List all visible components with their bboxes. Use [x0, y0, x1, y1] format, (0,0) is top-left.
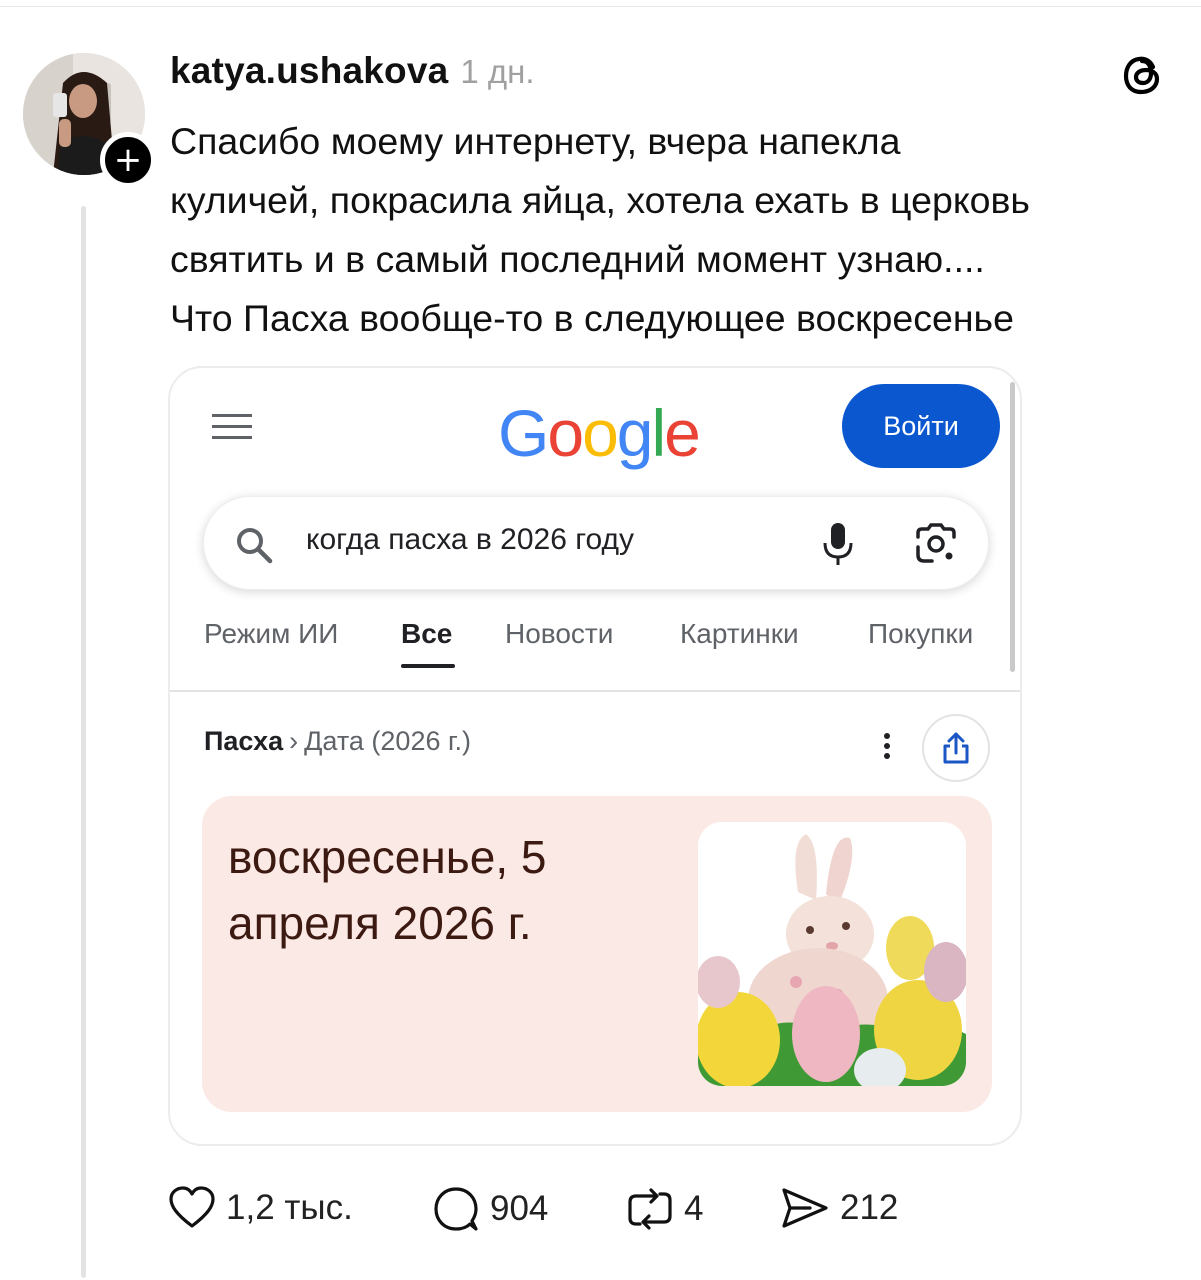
- post-text: Спасибо моему интернету, вчера напекла к…: [170, 112, 1180, 348]
- comment-action[interactable]: 904: [432, 1186, 548, 1232]
- active-tab-indicator: [401, 664, 455, 668]
- breadcrumb: Пасха › Дата (2026 г.): [204, 726, 471, 757]
- answer-line: воскресенье, 5: [228, 831, 547, 883]
- tab-ai-mode[interactable]: Режим ИИ: [204, 618, 338, 650]
- post-time: 1 дн.: [460, 53, 535, 90]
- search-tabs: Режим ИИ Все Новости Картинки Покупки: [204, 618, 1004, 678]
- post-text-line: Что Пасха вообще-то в следующее воскресе…: [170, 297, 1014, 339]
- search-box[interactable]: когда пасха в 2026 году: [203, 496, 989, 590]
- svg-text:Google: Google: [498, 396, 699, 470]
- post-text-line: Спасибо моему интернету, вчера напекла: [170, 120, 901, 162]
- more-vertical-icon[interactable]: [880, 730, 894, 762]
- signin-button[interactable]: Войти: [842, 384, 1000, 468]
- comment-count: 904: [490, 1189, 549, 1228]
- answer-card[interactable]: воскресенье, 5 апреля 2026 г.: [202, 796, 992, 1112]
- username[interactable]: katya.ushakova: [170, 50, 448, 92]
- tab-shopping[interactable]: Покупки: [868, 618, 973, 650]
- scrollbar: [1010, 382, 1015, 672]
- google-lens-icon[interactable]: [914, 523, 958, 565]
- like-count: 1,2 тыс.: [226, 1188, 353, 1227]
- google-logo: Google: [498, 396, 701, 470]
- comment-icon: [434, 1187, 478, 1231]
- post-header: katya.ushakova 1 дн.: [170, 50, 535, 92]
- follow-button[interactable]: +: [100, 132, 156, 188]
- answer-text: воскресенье, 5 апреля 2026 г.: [228, 824, 648, 956]
- tab-news[interactable]: Новости: [505, 618, 613, 650]
- heart-icon: [169, 1186, 215, 1228]
- post-actions: 1,2 тыс. 904 4 212: [168, 1186, 928, 1242]
- menu-icon: [212, 414, 252, 439]
- tab-images[interactable]: Картинки: [680, 618, 799, 650]
- tab-all[interactable]: Все: [401, 618, 452, 650]
- threads-logo-icon[interactable]: [1120, 52, 1166, 98]
- share-button[interactable]: [922, 714, 990, 782]
- share-count: 212: [840, 1188, 899, 1227]
- tabs-divider: [170, 690, 1020, 692]
- post-text-line: куличей, покрасила яйца, хотела ехать в …: [170, 179, 1030, 221]
- easter-bunny-image[interactable]: [698, 822, 966, 1086]
- share-action[interactable]: 212: [780, 1186, 898, 1230]
- like-action[interactable]: 1,2 тыс.: [168, 1186, 353, 1230]
- thread-line: [81, 206, 86, 1278]
- top-divider: [0, 6, 1201, 7]
- answer-line: апреля 2026 г.: [228, 897, 532, 949]
- repost-icon: [628, 1188, 672, 1230]
- share-icon: [943, 732, 969, 764]
- breadcrumb-root[interactable]: Пасха: [204, 726, 283, 756]
- send-icon: [782, 1188, 828, 1228]
- post-text-line: святить и в самый последний момент узнаю…: [170, 238, 985, 280]
- attached-screenshot[interactable]: Google Войти когда пасха в 2026 году Реж…: [168, 366, 1022, 1146]
- search-input[interactable]: когда пасха в 2026 году: [306, 523, 634, 557]
- breadcrumb-separator: ›: [289, 726, 299, 756]
- breadcrumb-child[interactable]: Дата (2026 г.): [304, 726, 471, 756]
- microphone-icon[interactable]: [818, 519, 858, 569]
- repost-count: 4: [684, 1189, 704, 1228]
- search-icon: [237, 528, 273, 564]
- plus-icon: +: [113, 140, 143, 180]
- repost-action[interactable]: 4: [626, 1186, 703, 1232]
